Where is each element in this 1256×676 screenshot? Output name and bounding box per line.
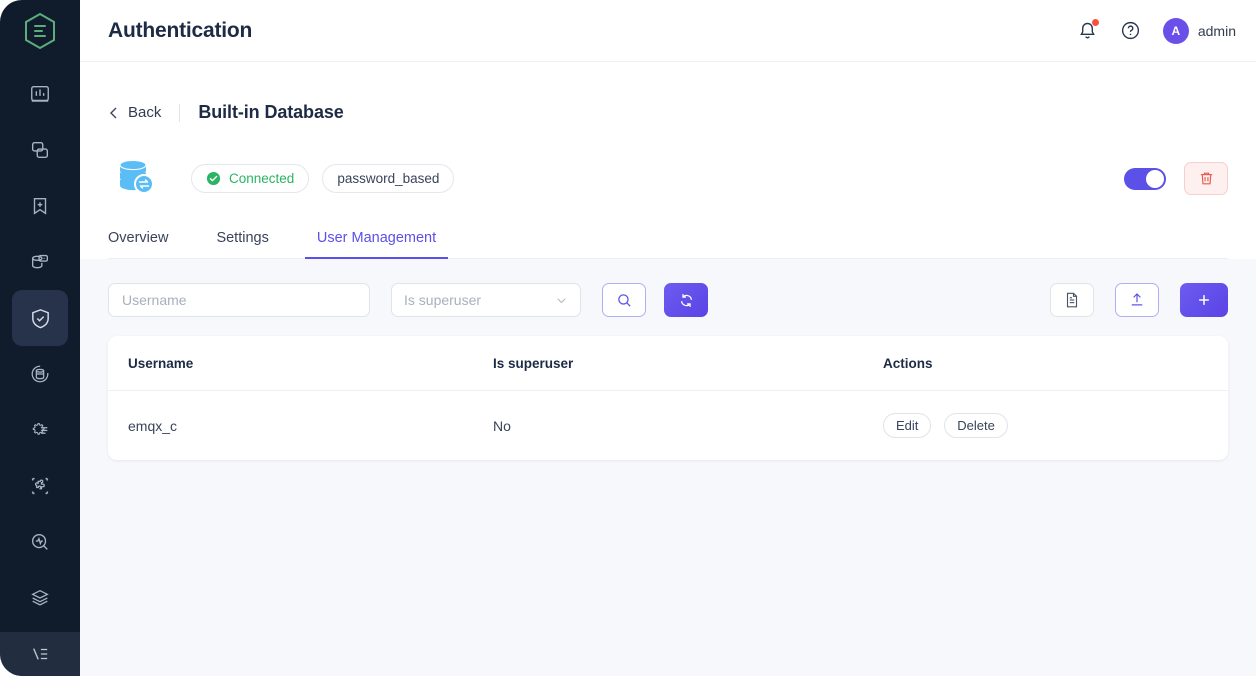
sidebar-item-clients[interactable]: [12, 122, 68, 178]
connector-actions: [1124, 162, 1228, 195]
user-name: admin: [1197, 22, 1236, 39]
user-menu[interactable]: A admin: [1162, 17, 1236, 44]
management-gear-list-icon: [32, 422, 48, 435]
clients-copy-icon: [31, 141, 49, 159]
breadcrumb-divider: [179, 103, 181, 122]
column-header-is-superuser: Is superuser: [493, 336, 883, 391]
breadcrumb-title: Built-in Database: [198, 102, 344, 122]
top-bar: Authentication A admin: [80, 0, 1256, 62]
help-button[interactable]: [1120, 20, 1141, 41]
upload-icon: [1131, 293, 1143, 306]
sidebar-item-topics[interactable]: [12, 178, 68, 234]
cell-username: emqx_c: [128, 417, 178, 434]
data-integration-sync-db-icon: [31, 365, 49, 383]
cell-is-superuser: No: [493, 417, 511, 434]
delete-user-button[interactable]: Delete: [944, 413, 1008, 438]
user-toolbar-right: [1050, 283, 1228, 317]
dashboard-chart-icon: [31, 85, 49, 102]
tab-overview[interactable]: Overview: [108, 230, 168, 258]
plus-icon: [1199, 295, 1209, 305]
topics-bookmark-plus-icon: [33, 197, 47, 215]
sidebar-item-diagnose[interactable]: [12, 514, 68, 570]
document-icon: [1066, 292, 1078, 308]
add-user-button[interactable]: [1180, 283, 1228, 317]
tab-user-management[interactable]: User Management: [304, 230, 449, 259]
refresh-button[interactable]: [664, 283, 708, 317]
column-header-username: Username: [108, 336, 493, 391]
sidebar: [0, 0, 80, 676]
import-users-button[interactable]: [1115, 283, 1159, 317]
chevron-left-icon: [110, 107, 117, 118]
main-area: Authentication A admin Back Built-in Dat…: [80, 0, 1256, 676]
edit-user-button[interactable]: Edit: [883, 413, 932, 438]
user-toolbar: Is superuser: [108, 259, 1228, 317]
connector-status-row: Connected password_based: [108, 123, 1228, 204]
trash-icon: [1200, 172, 1212, 185]
status-badge-label: Connected: [229, 171, 295, 186]
breadcrumb: Back Built-in Database: [108, 62, 1228, 123]
superuser-select-value: Is superuser: [404, 292, 482, 308]
column-header-actions: Actions: [883, 336, 1228, 391]
users-table: Username Is superuser Actions emqx_c No …: [108, 336, 1228, 460]
mechanism-badge: password_based: [322, 164, 455, 193]
page-title: Authentication: [108, 18, 253, 42]
export-document-button[interactable]: [1050, 283, 1094, 317]
content-area: Back Built-in Database Connected passwor…: [80, 62, 1256, 676]
avatar: A: [1162, 17, 1189, 44]
tab-settings[interactable]: Settings: [216, 230, 268, 258]
table-header-row: Username Is superuser Actions: [108, 336, 1228, 391]
mechanism-badge-label: password_based: [337, 171, 440, 186]
table-row: emqx_c No Edit Delete: [108, 391, 1228, 461]
sidebar-item-data-integration[interactable]: [12, 346, 68, 402]
enable-toggle[interactable]: [1124, 167, 1166, 190]
cluster-layers-icon: [31, 589, 49, 606]
retained-message-db-icon: [31, 254, 49, 269]
check-circle-icon: [206, 171, 221, 186]
status-badge-connected: Connected: [191, 164, 310, 193]
database-sync-icon-svg: [119, 159, 154, 194]
sidebar-item-management[interactable]: [12, 402, 68, 458]
extensions-puzzle-icon: [31, 477, 49, 495]
app-logo[interactable]: [0, 0, 80, 62]
sidebar-item-retained[interactable]: [12, 234, 68, 290]
toggle-knob: [1146, 169, 1164, 188]
sidebar-item-extensions[interactable]: [12, 458, 68, 514]
notification-dot: [1091, 19, 1099, 26]
help-circle-icon: [1121, 21, 1139, 40]
diagnose-pulse-search-icon: [31, 533, 48, 550]
database-sync-icon: [112, 153, 158, 204]
detail-tabs: Overview Settings User Management: [108, 230, 1228, 259]
back-button[interactable]: Back: [108, 104, 161, 121]
search-icon: [617, 293, 631, 307]
notification-button[interactable]: [1077, 19, 1099, 41]
chevron-down-icon: [557, 298, 566, 303]
sidebar-collapse-button[interactable]: [0, 632, 80, 676]
cell-actions: Edit Delete: [883, 391, 1228, 461]
delete-authenticator-button[interactable]: [1184, 162, 1228, 195]
sidebar-nav: [0, 66, 80, 626]
sidebar-item-access-control[interactable]: [12, 290, 68, 346]
users-table-card: Username Is superuser Actions emqx_c No …: [108, 336, 1228, 460]
top-bar-actions: A admin: [1077, 17, 1236, 44]
emqx-logo-icon: [25, 12, 55, 50]
refresh-icon: [680, 293, 692, 307]
detail-header-block: Back Built-in Database Connected passwor…: [80, 62, 1256, 259]
app-window: Authentication A admin Back Built-in Dat…: [0, 0, 1256, 676]
search-button[interactable]: [602, 283, 646, 317]
sidebar-item-dashboard[interactable]: [12, 66, 68, 122]
collapse-sidebar-icon: [33, 648, 48, 660]
sidebar-item-cluster[interactable]: [12, 570, 68, 626]
access-control-shield-check-icon: [31, 308, 49, 328]
superuser-select[interactable]: Is superuser: [391, 283, 581, 317]
back-label: Back: [128, 104, 162, 121]
search-username-input[interactable]: [108, 283, 370, 317]
